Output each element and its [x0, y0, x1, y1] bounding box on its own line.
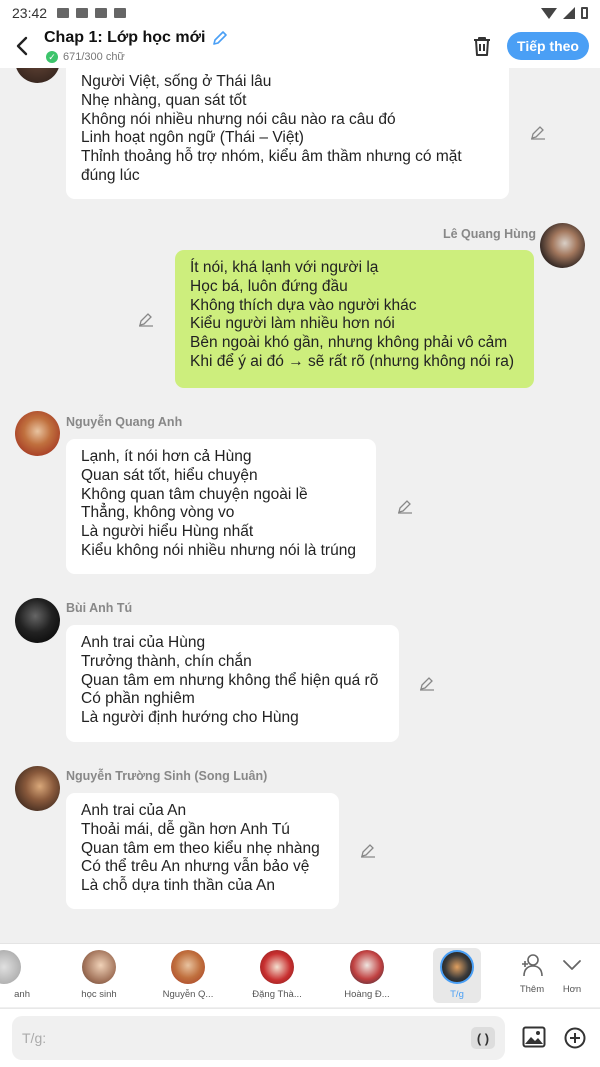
character-avatar: [440, 950, 474, 984]
chapter-title-row[interactable]: Chap 1: Lớp học mới: [44, 29, 229, 47]
avatar[interactable]: [15, 766, 60, 811]
message-input-wrapper: ( ): [12, 1016, 505, 1060]
character-label: T/g: [450, 989, 464, 1000]
next-button[interactable]: Tiếp theo: [507, 32, 589, 60]
message-icon: [76, 8, 89, 18]
edit-message-icon[interactable]: [360, 842, 376, 858]
character-label: học sinh: [81, 989, 117, 1000]
word-count-row: ✓ 671/300 chữ: [46, 51, 125, 63]
character-bar: anh học sinh Nguyễn Q... Đặng Thà... Hoà…: [0, 943, 600, 1007]
avatar[interactable]: [15, 411, 60, 456]
character-item[interactable]: Đặng Thà...: [247, 948, 307, 1000]
character-label: anh: [14, 989, 30, 1000]
chapter-header: Chap 1: Lớp học mới ✓ 671/300 chữ Tiếp t…: [0, 26, 600, 68]
keyboard-icon: [114, 8, 127, 18]
chevron-down-icon: [563, 960, 581, 970]
chapter-title: Chap 1: Lớp học mới: [44, 29, 206, 46]
avatar[interactable]: [15, 598, 60, 643]
edit-message-icon[interactable]: [138, 311, 154, 327]
character-avatar: [82, 950, 116, 984]
parentheses-button[interactable]: ( ): [471, 1027, 495, 1049]
avatar[interactable]: [15, 68, 60, 83]
sender-name: Nguyễn Trường Sinh (Song Luân): [66, 769, 268, 783]
message-bubble[interactable]: Người Việt, sống ở Thái lâu Nhẹ nhàng, q…: [66, 68, 509, 199]
sender-name: Lê Quang Hùng: [443, 227, 537, 241]
message-input[interactable]: [22, 1026, 462, 1050]
collapse-button[interactable]: Hơn: [552, 952, 592, 995]
app-notification-icon: [95, 8, 108, 18]
edit-message-icon[interactable]: [419, 675, 435, 691]
character-item-selected[interactable]: T/g: [433, 948, 481, 1003]
more-label: Thêm: [519, 984, 545, 995]
sender-name: Bùi Anh Tú: [66, 601, 133, 615]
sender-name: Nguyễn Quang Anh: [66, 415, 183, 429]
character-item[interactable]: Hoàng Đ...: [337, 948, 397, 1000]
avatar[interactable]: [540, 223, 585, 268]
word-count: 671/300 chữ: [63, 51, 125, 63]
message-bubble[interactable]: Anh trai của An Thoải mái, dễ gần hơn An…: [66, 793, 339, 909]
signal-icon: [563, 7, 575, 19]
facebook-icon: [57, 8, 70, 18]
character-avatar: [171, 950, 205, 984]
add-person-icon: [522, 954, 543, 977]
back-arrow-icon[interactable]: [12, 34, 34, 58]
character-avatar: [350, 950, 384, 984]
check-icon: ✓: [46, 51, 58, 63]
wifi-icon: [541, 7, 557, 19]
character-label: Nguyễn Q...: [162, 989, 214, 1000]
character-item[interactable]: Nguyễn Q...: [158, 948, 218, 1000]
edit-message-icon[interactable]: [530, 124, 546, 140]
message-bubble[interactable]: Anh trai của Hùng Trưởng thành, chín chắ…: [66, 625, 399, 742]
status-time: 23:42: [12, 5, 48, 21]
character-label: Đặng Thà...: [252, 989, 302, 1000]
image-icon[interactable]: [522, 1026, 546, 1048]
edit-message-icon[interactable]: [397, 498, 413, 514]
message-bubble[interactable]: Ít nói, khá lạnh với người lạ Học bá, lu…: [175, 250, 534, 388]
less-label: Hơn: [562, 984, 582, 995]
composer: ( ): [0, 1008, 600, 1067]
chat-area[interactable]: Người Việt, sống ở Thái lâu Nhẹ nhàng, q…: [0, 68, 600, 943]
message-bubble[interactable]: Lạnh, ít nói hơn cả Hùng Quan sát tốt, h…: [66, 439, 376, 574]
character-item[interactable]: học sinh: [69, 948, 129, 1000]
character-item[interactable]: anh: [0, 948, 34, 1000]
plus-circle-icon[interactable]: [564, 1027, 586, 1049]
edit-title-icon[interactable]: [211, 29, 229, 47]
status-bar: 23:42: [0, 0, 600, 26]
trash-icon[interactable]: [470, 34, 494, 58]
add-character-button[interactable]: Thêm: [512, 952, 552, 995]
character-label: Hoàng Đ...: [344, 989, 390, 1000]
character-avatar: [260, 950, 294, 984]
battery-icon: [581, 7, 588, 19]
character-avatar: [0, 950, 21, 984]
